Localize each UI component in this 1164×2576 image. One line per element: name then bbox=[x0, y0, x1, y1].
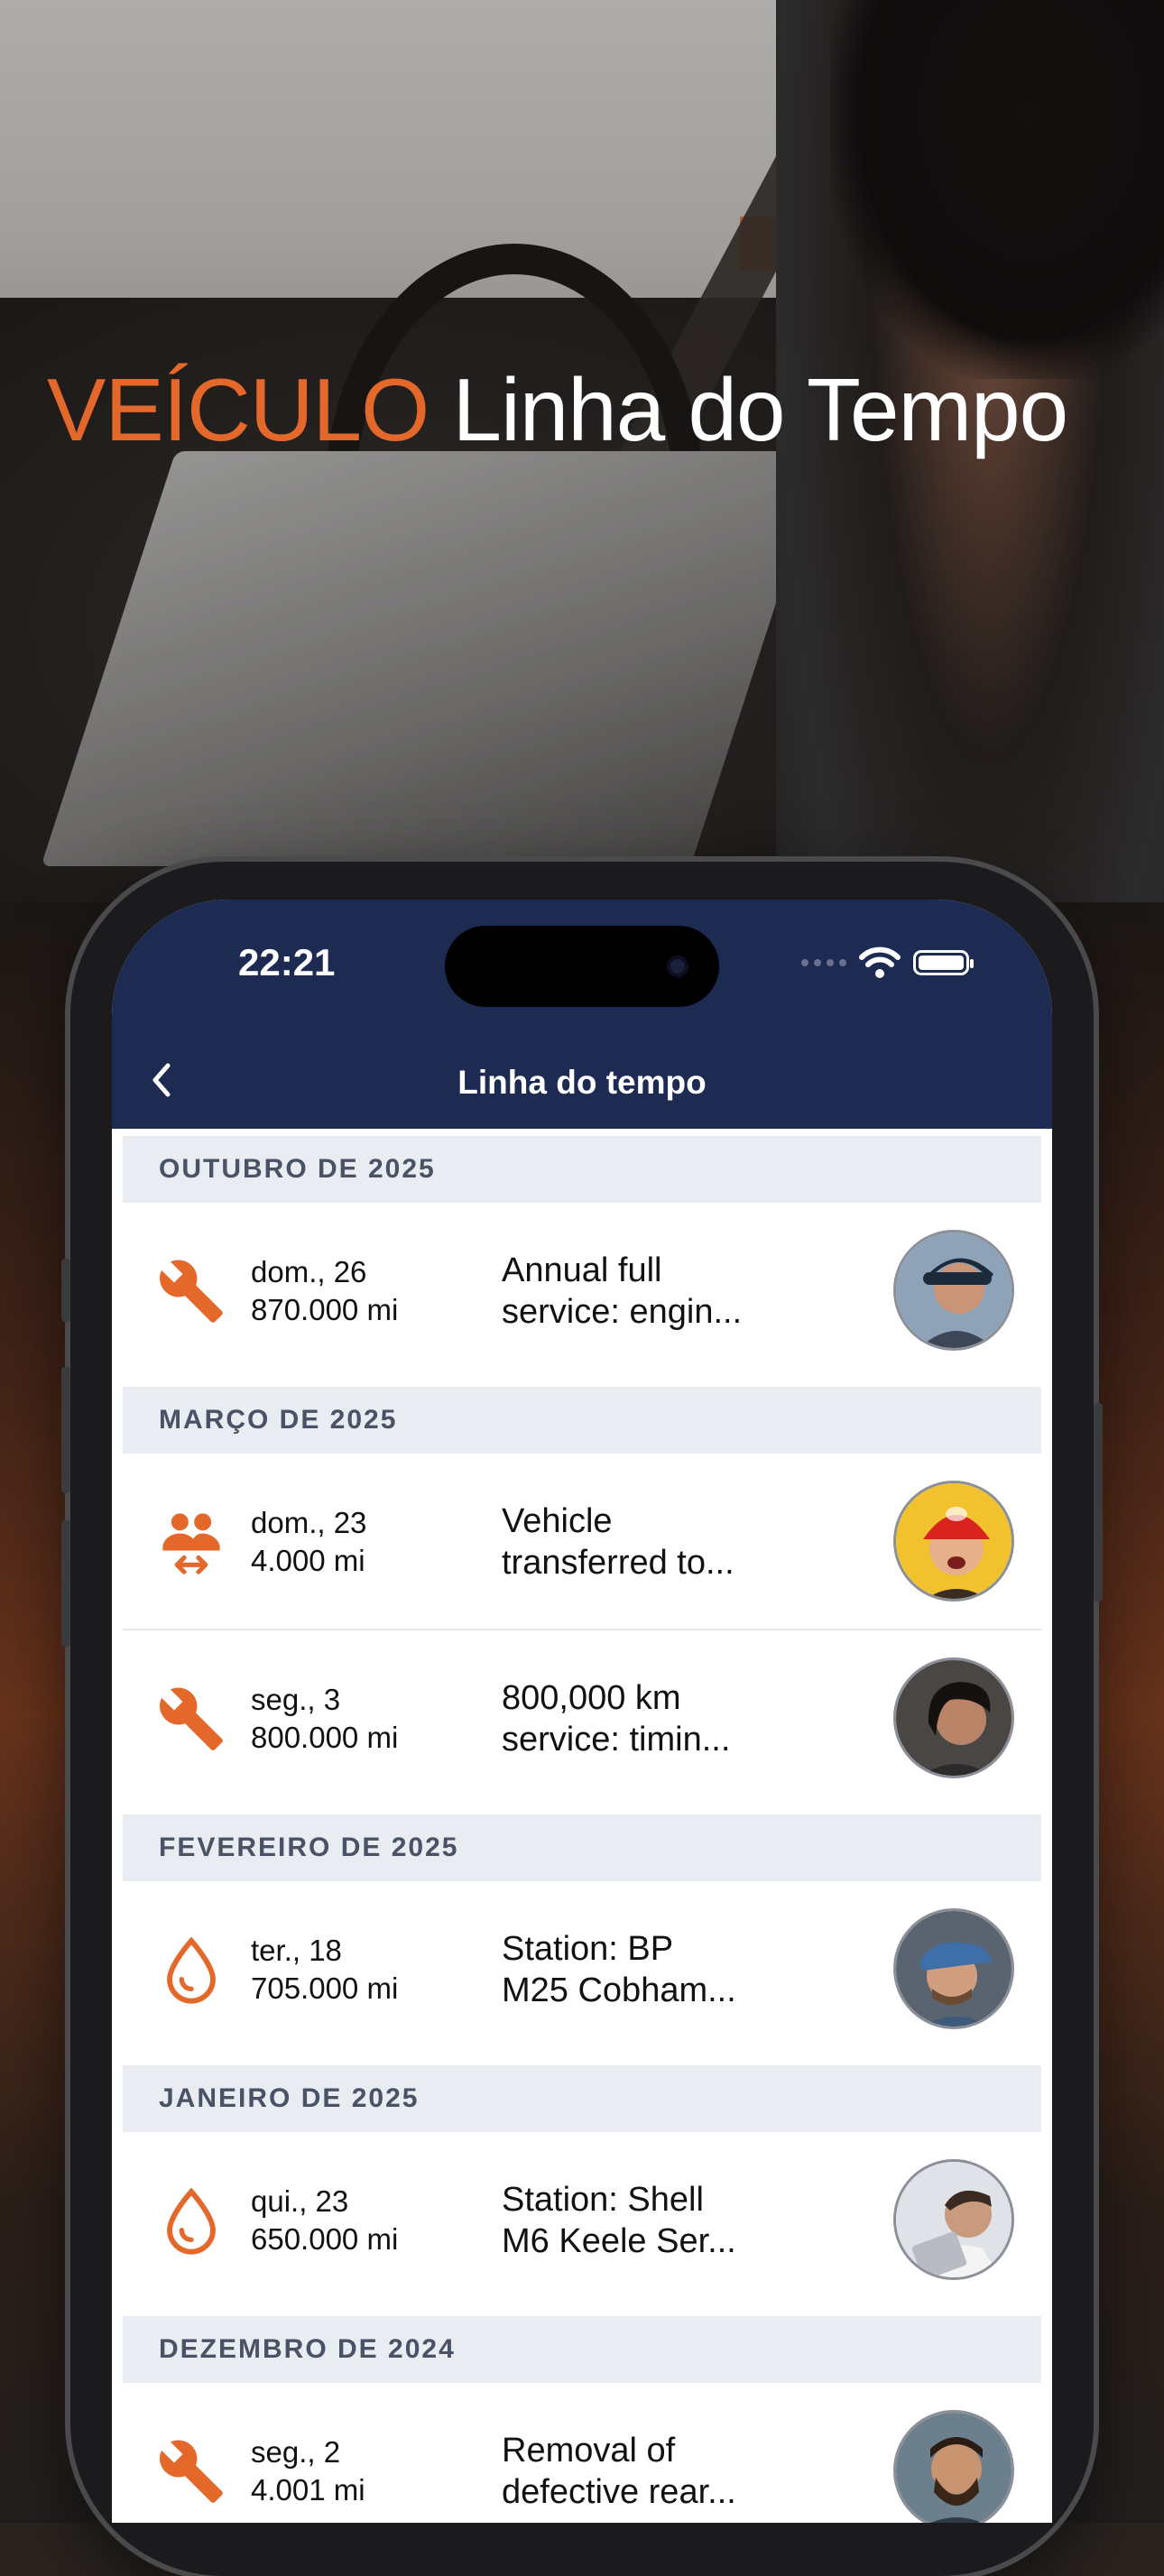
entry-description-line1: 800,000 km bbox=[502, 1679, 681, 1717]
timeline-row[interactable]: seg., 2 4.001 mi Removal of defective re… bbox=[123, 2383, 1041, 2523]
wrench-icon bbox=[155, 1683, 227, 1755]
entry-mileage: 800.000 mi bbox=[251, 1721, 399, 1754]
headline-accent: VEÍCULO bbox=[47, 360, 430, 459]
entry-description-line2: transferred to... bbox=[502, 1544, 734, 1582]
entry-date: seg., 2 bbox=[251, 2435, 341, 2469]
entry-description-line2: defective rear... bbox=[502, 2473, 736, 2511]
avatar bbox=[893, 1481, 1014, 1602]
fuel-drop-icon bbox=[155, 1934, 227, 2006]
wrench-icon bbox=[155, 2435, 227, 2507]
month-header: OUTUBRO DE 2025 bbox=[123, 1136, 1041, 1203]
entry-mileage: 4.001 mi bbox=[251, 2473, 365, 2507]
entry-description-line1: Vehicle bbox=[502, 1502, 613, 1540]
wifi-icon bbox=[859, 946, 901, 978]
timeline-row[interactable]: seg., 3 800.000 mi 800,000 km service: t… bbox=[123, 1630, 1041, 1807]
entry-date: dom., 23 bbox=[251, 1506, 367, 1539]
timeline-row[interactable]: ter., 18 705.000 mi Station: BP M25 Cobh… bbox=[123, 1881, 1041, 2058]
timeline-row[interactable]: dom., 26 870.000 mi Annual full service:… bbox=[123, 1203, 1041, 1380]
transfer-owners-icon bbox=[155, 1506, 227, 1578]
navigation-bar: 22:21 Linha do tempo bbox=[112, 900, 1052, 1129]
entry-date: ter., 18 bbox=[251, 1934, 342, 1967]
entry-mileage: 650.000 mi bbox=[251, 2222, 399, 2256]
entry-mileage: 870.000 mi bbox=[251, 1293, 399, 1326]
entry-date: qui., 23 bbox=[251, 2184, 349, 2218]
month-header: FEVEREIRO DE 2025 bbox=[123, 1814, 1041, 1881]
avatar bbox=[893, 1230, 1014, 1351]
page-title: Linha do tempo bbox=[457, 1064, 707, 1101]
entry-description-line1: Removal of bbox=[502, 2432, 676, 2470]
entry-description-line2: M25 Cobham... bbox=[502, 1971, 736, 2009]
timeline-row[interactable]: dom., 23 4.000 mi Vehicle transferred to… bbox=[123, 1454, 1041, 1630]
headline-rest: Linha do Tempo bbox=[452, 360, 1068, 459]
entry-description-line1: Station: BP bbox=[502, 1930, 674, 1968]
promo-headline: VEÍCULO Linha do Tempo bbox=[47, 365, 1068, 454]
month-header: DEZEMBRO DE 2024 bbox=[123, 2316, 1041, 2383]
avatar bbox=[893, 1908, 1014, 2029]
phone-screen: 22:21 Linha do tempo OUTUBRO DE 2025 dom… bbox=[112, 900, 1052, 2523]
status-time: 22:21 bbox=[238, 941, 336, 983]
entry-date: dom., 26 bbox=[251, 1255, 367, 1288]
camera-icon bbox=[667, 956, 688, 977]
timeline-row[interactable]: qui., 23 650.000 mi Station: Shell M6 Ke… bbox=[123, 2132, 1041, 2309]
entry-description-line1: Annual full bbox=[502, 1251, 662, 1289]
battery-icon bbox=[913, 950, 974, 975]
month-header: MARÇO DE 2025 bbox=[123, 1387, 1041, 1454]
entry-date: seg., 3 bbox=[251, 1683, 341, 1716]
month-header: JANEIRO DE 2025 bbox=[123, 2065, 1041, 2132]
entry-description-line2: service: timin... bbox=[502, 1721, 731, 1759]
avatar bbox=[893, 2410, 1014, 2523]
status-icons bbox=[801, 946, 974, 979]
avatar bbox=[893, 2159, 1014, 2280]
entry-mileage: 4.000 mi bbox=[251, 1544, 365, 1577]
wrench-icon bbox=[155, 1255, 227, 1327]
dynamic-island bbox=[445, 926, 719, 1007]
entry-description-line2: M6 Keele Ser... bbox=[502, 2222, 736, 2260]
cellular-signal-icon bbox=[801, 959, 846, 966]
entry-mileage: 705.000 mi bbox=[251, 1971, 399, 2005]
entry-description-line1: Station: Shell bbox=[502, 2181, 704, 2219]
timeline-list[interactable]: OUTUBRO DE 2025 dom., 26 870.000 mi Annu… bbox=[112, 1129, 1052, 2523]
fuel-drop-icon bbox=[155, 2184, 227, 2257]
entry-description-line2: service: engin... bbox=[502, 1293, 743, 1331]
avatar bbox=[893, 1657, 1014, 1778]
